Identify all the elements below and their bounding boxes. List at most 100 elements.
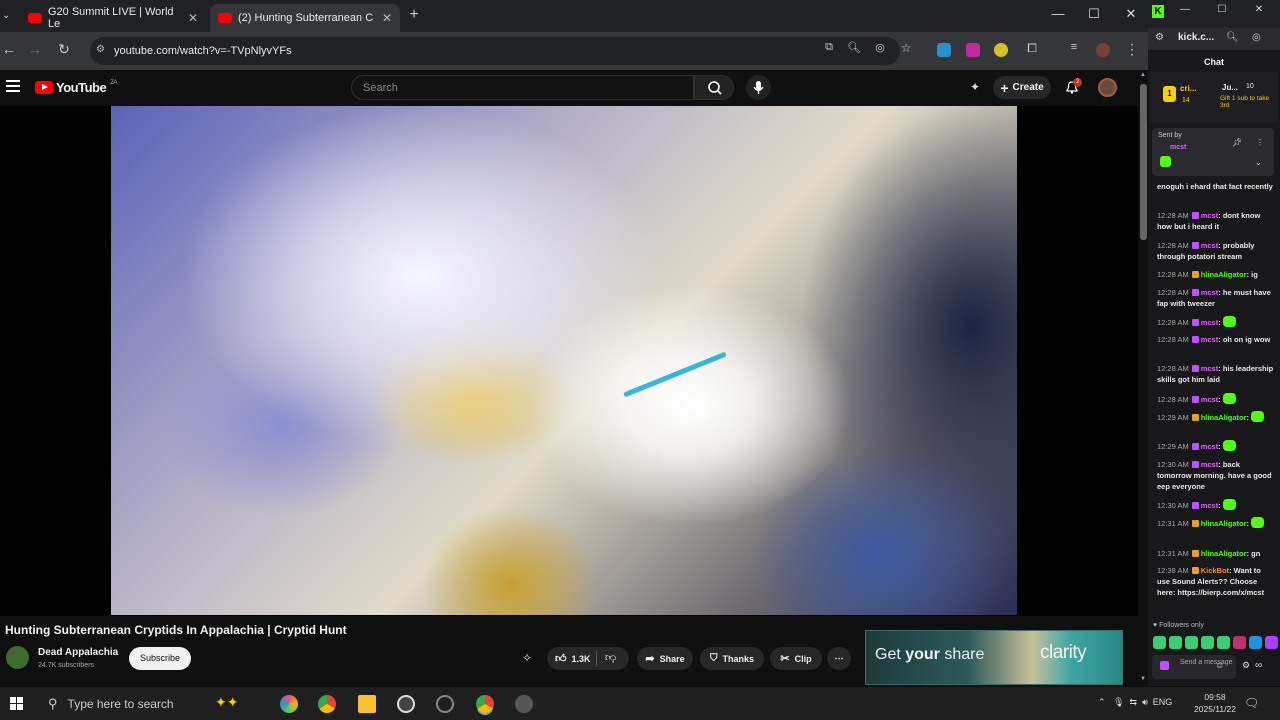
subscribe-button[interactable]: Subscribe <box>129 647 191 670</box>
chat-username[interactable]: mcst <box>1201 460 1219 469</box>
emoji-picker-icon[interactable]: ☺ <box>1215 660 1224 670</box>
emote-button[interactable] <box>1201 636 1214 649</box>
search-input[interactable]: Search <box>351 75 694 100</box>
language-indicator[interactable]: ENG <box>1153 697 1173 707</box>
site-settings-icon[interactable]: ⚙ <box>1155 32 1164 43</box>
site-info-icon[interactable]: ⚙ <box>96 44 105 55</box>
kick-close-button[interactable]: ✕ <box>1249 4 1269 24</box>
chrome-active-icon[interactable] <box>476 695 494 713</box>
channel-name[interactable]: Dead Appalachia <box>38 647 118 658</box>
media-control-icon[interactable]: ≡ <box>1065 41 1083 59</box>
scroll-down-icon[interactable]: ▼ <box>1140 676 1146 682</box>
chat-username[interactable]: mcst <box>1201 288 1219 297</box>
emote-button[interactable] <box>1249 636 1262 649</box>
scrollbar-thumb[interactable] <box>1140 84 1147 240</box>
like-button[interactable]: 👍︎ 1.3K <box>547 647 629 670</box>
chat-username[interactable]: mcst <box>1201 318 1219 327</box>
dislike-button[interactable]: 👎︎ <box>605 651 616 664</box>
chat-more-icon[interactable]: ∞ <box>1255 660 1262 671</box>
emote-button[interactable] <box>1169 636 1182 649</box>
forward-icon[interactable]: → <box>26 41 44 59</box>
chat-username[interactable]: mcst <box>1201 211 1219 220</box>
chat-username[interactable]: KickBot <box>1201 566 1229 575</box>
share-button[interactable]: ➦ Share <box>637 647 693 670</box>
chat-username[interactable]: mcst <box>1201 364 1219 373</box>
maximize-button[interactable]: ☐ <box>1084 6 1104 26</box>
chat-username[interactable]: hlinaAligator <box>1201 413 1247 422</box>
minimize-button[interactable]: — <box>1048 6 1068 26</box>
file-explorer-icon[interactable] <box>358 695 376 713</box>
video-frame[interactable] <box>111 106 1017 615</box>
account-avatar[interactable] <box>1098 78 1117 97</box>
chat-username[interactable]: hlinaAligator <box>1201 519 1247 528</box>
app-icon[interactable] <box>515 695 533 713</box>
chat-username[interactable]: mcst <box>1201 395 1219 404</box>
url-field[interactable]: ⚙ youtube.com/watch?v=-TVpNlyvYFs <box>90 37 900 65</box>
tab-close-icon[interactable]: ✕ <box>382 11 392 25</box>
windows-start-icon[interactable] <box>10 697 24 711</box>
new-tab-button[interactable]: + <box>404 6 424 26</box>
profile-avatar[interactable] <box>1096 43 1110 57</box>
network-icon[interactable]: ⇆ <box>1130 697 1138 707</box>
tab-close-icon[interactable]: ✕ <box>188 11 198 25</box>
emote-button[interactable] <box>1153 636 1166 649</box>
back-icon[interactable]: ← <box>0 41 18 59</box>
copilot-icon[interactable] <box>280 695 298 713</box>
tab-search-icon[interactable]: ⌄ <box>2 10 10 21</box>
chrome-icon[interactable] <box>318 695 336 713</box>
chat-username[interactable]: hlinaAligator <box>1201 270 1247 279</box>
microphone-icon[interactable]: 🎙︎ <box>1113 697 1124 707</box>
chat-username[interactable]: mcst <box>1201 335 1219 344</box>
reload-icon[interactable]: ↻ <box>55 41 73 59</box>
thanks-button[interactable]: ⛉ Thanks <box>700 647 764 670</box>
eye-off-icon[interactable]: ◎ <box>1252 32 1261 43</box>
emote-button[interactable] <box>1265 636 1278 649</box>
extension-icon[interactable] <box>966 43 980 57</box>
search-button[interactable] <box>694 75 734 100</box>
chat-username[interactable]: hlinaAligator <box>1201 549 1247 558</box>
extension-icon[interactable] <box>994 43 1008 57</box>
taskbar-clock[interactable]: 09:58 2025/11/22 <box>1190 691 1240 715</box>
youtube-logo[interactable]: YouTube ZA <box>35 80 117 95</box>
pin-icon[interactable]: 📌︎ <box>1232 138 1242 147</box>
scroll-up-icon[interactable]: ▲ <box>1140 72 1146 78</box>
emote-button[interactable] <box>1217 636 1230 649</box>
chat-username[interactable]: mcst <box>1201 241 1219 250</box>
bookmark-star-icon[interactable]: ☆ <box>897 41 915 59</box>
chat-settings-icon[interactable]: ⚙ <box>1242 660 1250 671</box>
chat-username[interactable]: mcst <box>1201 501 1219 510</box>
emote-button[interactable] <box>1185 636 1198 649</box>
chat-username[interactable]: mcst <box>1201 442 1219 451</box>
taskbar-search-input[interactable]: ⚲ Type here to search <box>42 690 302 718</box>
voice-search-button[interactable] <box>746 75 771 100</box>
extension-icon[interactable] <box>937 43 951 57</box>
emote-button[interactable] <box>1233 636 1246 649</box>
ask-ai-icon[interactable]: ✧ <box>522 651 540 669</box>
chevron-down-icon[interactable]: ⌄ <box>1255 158 1262 167</box>
close-window-button[interactable]: ✕ <box>1121 6 1141 26</box>
obs-icon[interactable] <box>397 695 415 713</box>
browser-menu-icon[interactable]: ⋮ <box>1123 41 1141 59</box>
volume-icon[interactable]: 🔊︎ <box>1142 697 1148 707</box>
chevron-up-icon[interactable]: ⌃ <box>1098 697 1106 707</box>
notifications-icon[interactable]: 🗨︎ <box>1244 696 1259 710</box>
extension-fire-icon[interactable]: ✦ <box>970 80 980 94</box>
install-icon[interactable]: ⧉ <box>820 41 838 59</box>
hamburger-menu-icon[interactable] <box>6 80 20 92</box>
pinned-menu-icon[interactable]: ⋮ <box>1256 138 1264 147</box>
app-icon[interactable] <box>436 695 454 713</box>
kick-minimize-button[interactable]: — <box>1175 4 1195 24</box>
kick-maximize-button[interactable]: ☐ <box>1212 4 1232 24</box>
tab-g20-summit[interactable]: G20 Summit LIVE | World Le ✕ <box>20 4 206 32</box>
create-button[interactable]: + Create <box>993 76 1051 99</box>
more-actions-button[interactable]: ⋯ <box>827 647 851 670</box>
zoom-icon[interactable]: 🔍︎ <box>1226 32 1239 43</box>
gift-sub-prompt[interactable]: Gift 1 sub to take 3rd <box>1220 95 1274 109</box>
clip-button[interactable]: ✂ Clip <box>770 647 822 670</box>
channel-avatar[interactable] <box>6 646 29 669</box>
system-tray[interactable]: ⌃ 🎙︎ ⇆ 🔊︎ ENG <box>1098 697 1172 708</box>
zoom-icon[interactable]: 🔍︎ <box>845 41 863 59</box>
tab-hunting-subterranean[interactable]: (2) Hunting Subterranean C ✕ <box>210 4 400 32</box>
extensions-puzzle-icon[interactable]: ⧠ <box>1023 41 1041 59</box>
eye-off-icon[interactable]: ◎ <box>871 41 889 59</box>
